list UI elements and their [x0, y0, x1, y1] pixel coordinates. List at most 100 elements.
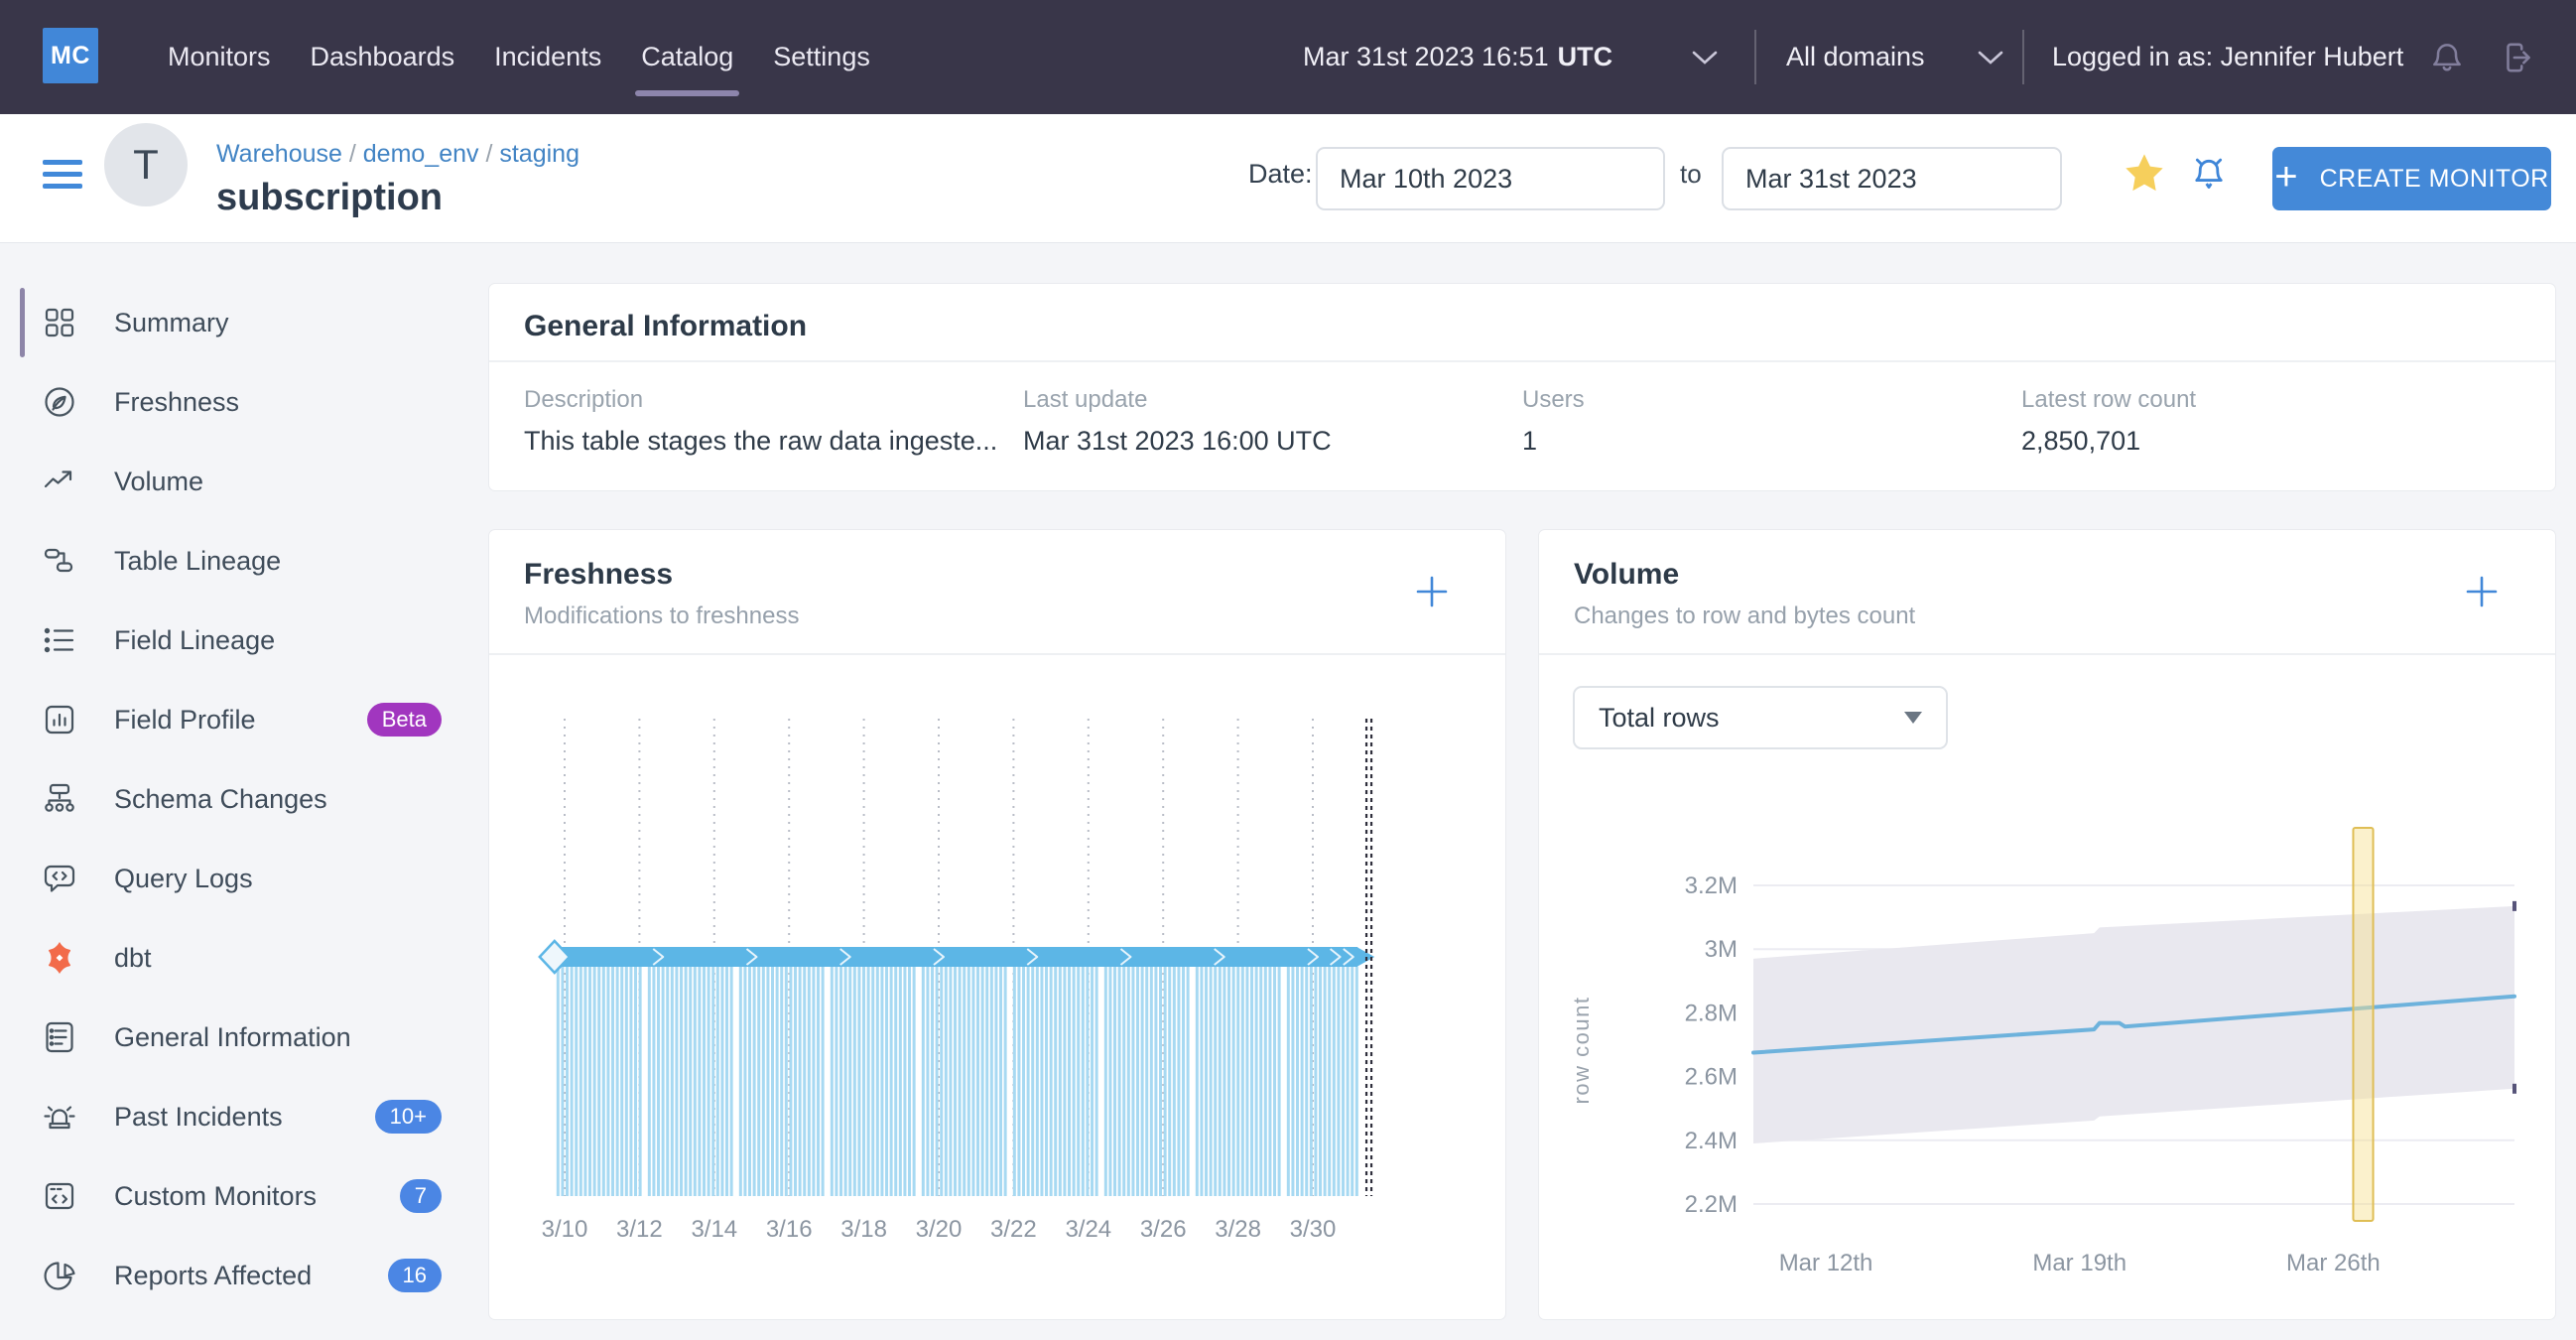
- general-information-card: General Information Description This tabl…: [488, 283, 2556, 491]
- table-lineage-icon: [42, 543, 77, 579]
- breadcrumb-separator: /: [478, 140, 500, 168]
- sidebar-item-field-lineage[interactable]: Field Lineage: [0, 601, 476, 680]
- sidebar-badge: 16: [387, 1259, 442, 1292]
- svg-text:3/18: 3/18: [840, 1216, 887, 1243]
- sidebar-item-past-incidents[interactable]: Past Incidents 10+: [0, 1077, 476, 1156]
- sidebar-item-label: Field Lineage: [114, 624, 276, 655]
- svg-text:3/30: 3/30: [1290, 1216, 1337, 1243]
- breadcrumb-link-staging[interactable]: staging: [499, 140, 580, 168]
- sidebar-item-label: Volume: [114, 466, 204, 496]
- sidebar-item-custom-monitors[interactable]: Custom Monitors 7: [0, 1156, 476, 1236]
- chevron-down-icon[interactable]: [1978, 51, 2003, 66]
- nav-item-settings[interactable]: Settings: [773, 0, 870, 114]
- query-logs-icon: [42, 861, 77, 896]
- info-field-users: Users 1: [1522, 386, 2021, 457]
- info-field-value: Mar 31st 2023 16:00 UTC: [1023, 426, 1332, 456]
- favorite-star-icon[interactable]: [2124, 152, 2165, 194]
- sidebar-item-query-logs[interactable]: Query Logs: [0, 839, 476, 918]
- svg-text:3/24: 3/24: [1065, 1216, 1111, 1243]
- breadcrumb-separator: /: [341, 140, 363, 168]
- info-field-value: 1: [1522, 426, 1538, 456]
- volume-metric-select[interactable]: Total rows: [1573, 686, 1948, 749]
- svg-text:3/28: 3/28: [1215, 1216, 1261, 1243]
- sidebar-item-label: Table Lineage: [114, 545, 282, 576]
- info-field-last-update: Last update Mar 31st 2023 16:00 UTC: [1023, 386, 1522, 457]
- sidebar-item-label: Past Incidents: [114, 1101, 283, 1132]
- datetime-selector[interactable]: Mar 31st 2023 16:51 UTC: [1303, 0, 1612, 114]
- sidebar-nav: Summary Freshness Volume Table Lineage Field…: [0, 283, 476, 1315]
- sidebar-item-general-information[interactable]: General Information: [0, 998, 476, 1077]
- sidebar-item-label: Freshness: [114, 386, 240, 417]
- logout-icon[interactable]: [2499, 39, 2536, 76]
- sidebar-item-label: Summary: [114, 307, 229, 337]
- general-information-icon: [42, 1019, 77, 1055]
- sidebar-item-reports-affected[interactable]: Reports Affected 16: [0, 1236, 476, 1315]
- domain-selector[interactable]: All domains: [1786, 0, 1925, 114]
- info-field-description: Description This table stages the raw dat…: [524, 386, 1023, 457]
- create-monitor-button[interactable]: + CREATE MONITOR: [2272, 147, 2551, 210]
- notification-bell-icon[interactable]: [2188, 152, 2230, 194]
- breadcrumb-link-demo-env[interactable]: demo_env: [363, 140, 479, 168]
- sidebar-item-table-lineage[interactable]: Table Lineage: [0, 521, 476, 601]
- svg-text:2.2M: 2.2M: [1685, 1191, 1738, 1218]
- nav-divider: [2022, 30, 2024, 84]
- svg-text:row count: row count: [1569, 997, 1594, 1105]
- sidebar-item-label: Field Profile: [114, 704, 256, 735]
- schema-changes-icon: [42, 781, 77, 817]
- info-field-label: Description: [524, 386, 644, 413]
- primary-nav: Monitors Dashboards Incidents Catalog Settin…: [168, 0, 870, 114]
- breadcrumb-link-warehouse[interactable]: Warehouse: [216, 140, 342, 168]
- volume-icon: [42, 464, 77, 499]
- date-from-input[interactable]: Mar 10th 2023: [1316, 147, 1665, 210]
- svg-text:2.8M: 2.8M: [1685, 1000, 1738, 1026]
- sidebar-item-volume[interactable]: Volume: [0, 442, 476, 521]
- app-root: MC Monitors Dashboards Incidents Catalog Set…: [0, 0, 2576, 1340]
- sidebar-item-field-profile[interactable]: Field Profile Beta: [0, 680, 476, 759]
- svg-text:3/12: 3/12: [616, 1216, 663, 1243]
- freshness-card-subtitle: Modifications to freshness: [524, 603, 800, 629]
- nav-item-dashboards[interactable]: Dashboards: [311, 0, 455, 114]
- hamburger-menu-icon[interactable]: [43, 160, 82, 196]
- volume-card: Volume Changes to row and bytes count 3.…: [1538, 529, 2556, 1320]
- plus-icon: +: [2274, 155, 2298, 199]
- bell-icon[interactable]: [2428, 39, 2466, 76]
- volume-card-subtitle: Changes to row and bytes count: [1574, 603, 1916, 629]
- general-information-fields: Description This table stages the raw dat…: [489, 360, 2555, 482]
- nav-item-incidents[interactable]: Incidents: [494, 0, 601, 114]
- sidebar-item-schema-changes[interactable]: Schema Changes: [0, 759, 476, 839]
- general-information-title: General Information: [524, 310, 808, 342]
- breadcrumb: Warehouse / demo_env / staging: [216, 140, 580, 169]
- info-field-value: This table stages the raw data ingeste..…: [524, 426, 998, 456]
- volume-chart: 3.2M 3M 2.8M 2.6M 2.4M 2.2M row count Mar 12th M…: [1569, 827, 2516, 1276]
- info-field-label: Last update: [1023, 386, 1148, 413]
- nav-divider: [1754, 30, 1756, 84]
- add-volume-monitor-icon[interactable]: [2462, 572, 2502, 611]
- page-title: subscription: [216, 177, 444, 218]
- domain-selector-value: All domains: [1786, 42, 1925, 71]
- svg-text:3/26: 3/26: [1140, 1216, 1187, 1243]
- nav-item-catalog[interactable]: Catalog: [635, 0, 740, 114]
- freshness-card: Freshness Modifications to freshness 3/1…: [488, 529, 1506, 1320]
- add-freshness-monitor-icon[interactable]: [1412, 572, 1452, 611]
- info-field-latest-row-count: Latest row count 2,850,701: [2021, 386, 2520, 457]
- top-nav-bar: MC Monitors Dashboards Incidents Catalog Set…: [0, 0, 2576, 114]
- date-to-input[interactable]: Mar 31st 2023: [1722, 147, 2062, 210]
- sidebar-item-freshness[interactable]: Freshness: [0, 362, 476, 442]
- nav-item-monitors[interactable]: Monitors: [168, 0, 271, 114]
- past-incidents-icon: [42, 1099, 77, 1135]
- date-range-label: Date:: [1248, 159, 1313, 189]
- chevron-down-icon[interactable]: [1692, 51, 1718, 66]
- info-field-label: Users: [1522, 386, 1585, 413]
- app-logo[interactable]: MC: [43, 28, 98, 83]
- sidebar-item-summary[interactable]: Summary: [0, 283, 476, 362]
- info-field-label: Latest row count: [2021, 386, 2197, 413]
- freshness-card-title: Freshness: [524, 558, 674, 591]
- svg-text:2.6M: 2.6M: [1685, 1064, 1738, 1091]
- svg-text:3/14: 3/14: [691, 1216, 737, 1243]
- svg-text:3/22: 3/22: [990, 1216, 1037, 1243]
- sidebar-item-label: General Information: [114, 1021, 351, 1052]
- svg-text:3/10: 3/10: [542, 1216, 588, 1243]
- freshness-chart: 3/10 3/12 3/14 3/16 3/18 3/20 3/22 3/24 3/26 3/28…: [538, 719, 1375, 1243]
- sidebar-item-dbt[interactable]: dbt: [0, 918, 476, 998]
- svg-text:Mar 26th: Mar 26th: [2286, 1250, 2381, 1276]
